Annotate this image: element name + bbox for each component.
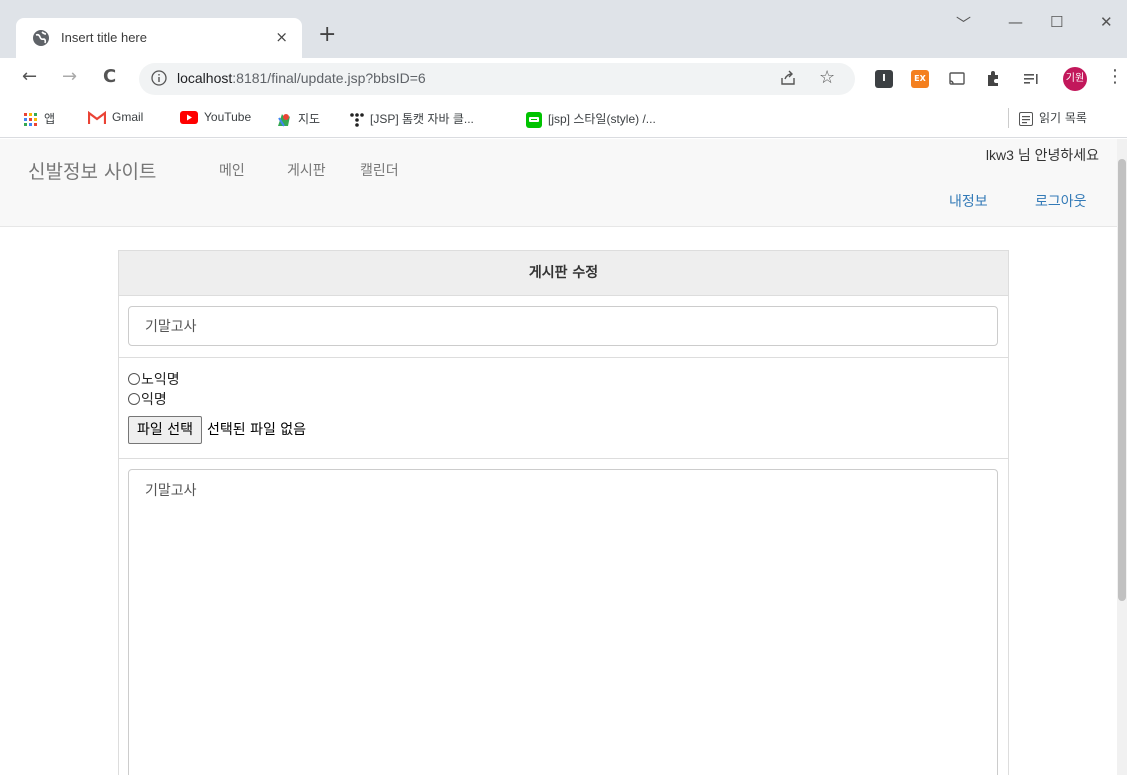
bookmark-maps[interactable]: 지도 [276, 110, 320, 128]
reading-mode-icon[interactable] [1022, 70, 1040, 88]
maximize-icon[interactable]: ☐ [1050, 13, 1063, 31]
bookmark-star-icon[interactable]: ☆ [819, 67, 835, 88]
globe-icon [33, 30, 49, 46]
minimize-icon[interactable]: — [1008, 13, 1023, 31]
site-navbar: 신발정보 사이트 메인 게시판 캘린더 lkw3 님 안녕하세요 내정보 로그아… [0, 139, 1117, 227]
options-row: 노익명 익명 파일 선택 선택된 파일 없음 [119, 358, 1008, 459]
cast-icon[interactable] [948, 70, 966, 88]
bookmark-gmail[interactable]: Gmail [88, 110, 143, 125]
extensions-puzzle-icon[interactable] [984, 70, 1002, 88]
apps-grid-icon [24, 112, 37, 126]
radio-anonymous[interactable]: 익명 [128, 390, 999, 410]
site-brand[interactable]: 신발정보 사이트 [28, 157, 156, 184]
address-bar[interactable]: localhost:8181/final/update.jsp?bbsID=6 … [139, 63, 855, 95]
board-edit-heading: 게시판 수정 [119, 251, 1008, 296]
profile-avatar[interactable]: 기원 [1063, 67, 1087, 91]
content-row [119, 459, 1008, 775]
user-greeting: lkw3 님 안녕하세요 [985, 147, 1099, 163]
close-window-icon[interactable]: ✕ [1100, 13, 1113, 31]
bookmark-youtube[interactable]: YouTube [180, 110, 251, 125]
bookmark-jsp-style[interactable]: [jsp] 스타일(style) /... [526, 110, 656, 128]
web-page: 신발정보 사이트 메인 게시판 캘린더 lkw3 님 안녕하세요 내정보 로그아… [0, 139, 1127, 775]
reading-list[interactable]: 읽기 목록 [1019, 109, 1087, 126]
back-icon[interactable]: ← [22, 66, 37, 87]
browser-tab[interactable]: Insert title here × [16, 18, 302, 58]
content-textarea[interactable] [128, 469, 998, 775]
scrollbar-thumb[interactable] [1118, 159, 1126, 601]
nav-main[interactable]: 메인 [219, 160, 245, 180]
board-edit-panel: 게시판 수정 노익명 익명 파일 선택선택된 파일 없음 [118, 250, 1009, 775]
new-tab-icon[interactable]: + [318, 24, 336, 46]
logout-link[interactable]: 로그아웃 [1035, 191, 1087, 211]
reload-icon[interactable]: C [103, 66, 116, 87]
site-info-icon[interactable] [151, 70, 167, 86]
file-status: 선택된 파일 없음 [206, 422, 307, 438]
maps-icon [278, 113, 290, 127]
radio-anonymous-circle[interactable] [128, 393, 140, 405]
line-chat-icon [526, 111, 542, 128]
title-input[interactable] [128, 306, 998, 346]
my-info-link[interactable]: 내정보 [949, 191, 988, 211]
browser-titlebar: Insert title here × + ﹀ — ☐ ✕ [0, 0, 1127, 58]
nav-calendar[interactable]: 캘린더 [360, 160, 399, 180]
tistory-icon [350, 113, 364, 127]
page-scrollbar[interactable] [1117, 139, 1127, 775]
browser-toolbar: ← → C localhost:8181/final/update.jsp?bb… [0, 58, 1127, 100]
tab-search-icon[interactable]: ﹀ [956, 13, 971, 34]
chrome-menu-icon[interactable]: ⋮ [1106, 66, 1124, 87]
url-text: localhost:8181/final/update.jsp?bbsID=6 [177, 70, 426, 86]
youtube-icon [180, 111, 198, 125]
choose-file-button[interactable]: 파일 선택 [128, 416, 202, 444]
bookmark-separator [1008, 108, 1009, 128]
forward-icon[interactable]: → [62, 66, 77, 87]
nav-board[interactable]: 게시판 [287, 160, 326, 180]
bookmarks-bar: 앱 Gmail YouTube 지도 [JSP] 톰캣 자바 클... [jsp… [0, 100, 1127, 138]
radio-named-circle[interactable] [128, 373, 140, 385]
reading-list-icon [1019, 111, 1033, 126]
file-upload: 파일 선택 선택된 파일 없음 [128, 416, 999, 444]
radio-named[interactable]: 노익명 [128, 370, 999, 390]
title-row [119, 296, 1008, 358]
tab-close-icon[interactable]: × [275, 28, 288, 46]
bookmark-jsp-tomcat[interactable]: [JSP] 톰캣 자바 클... [350, 110, 474, 127]
share-icon[interactable] [779, 69, 797, 87]
bookmark-apps[interactable]: 앱 [24, 110, 55, 127]
tab-title: Insert title here [61, 30, 147, 45]
gmail-icon [88, 110, 106, 124]
